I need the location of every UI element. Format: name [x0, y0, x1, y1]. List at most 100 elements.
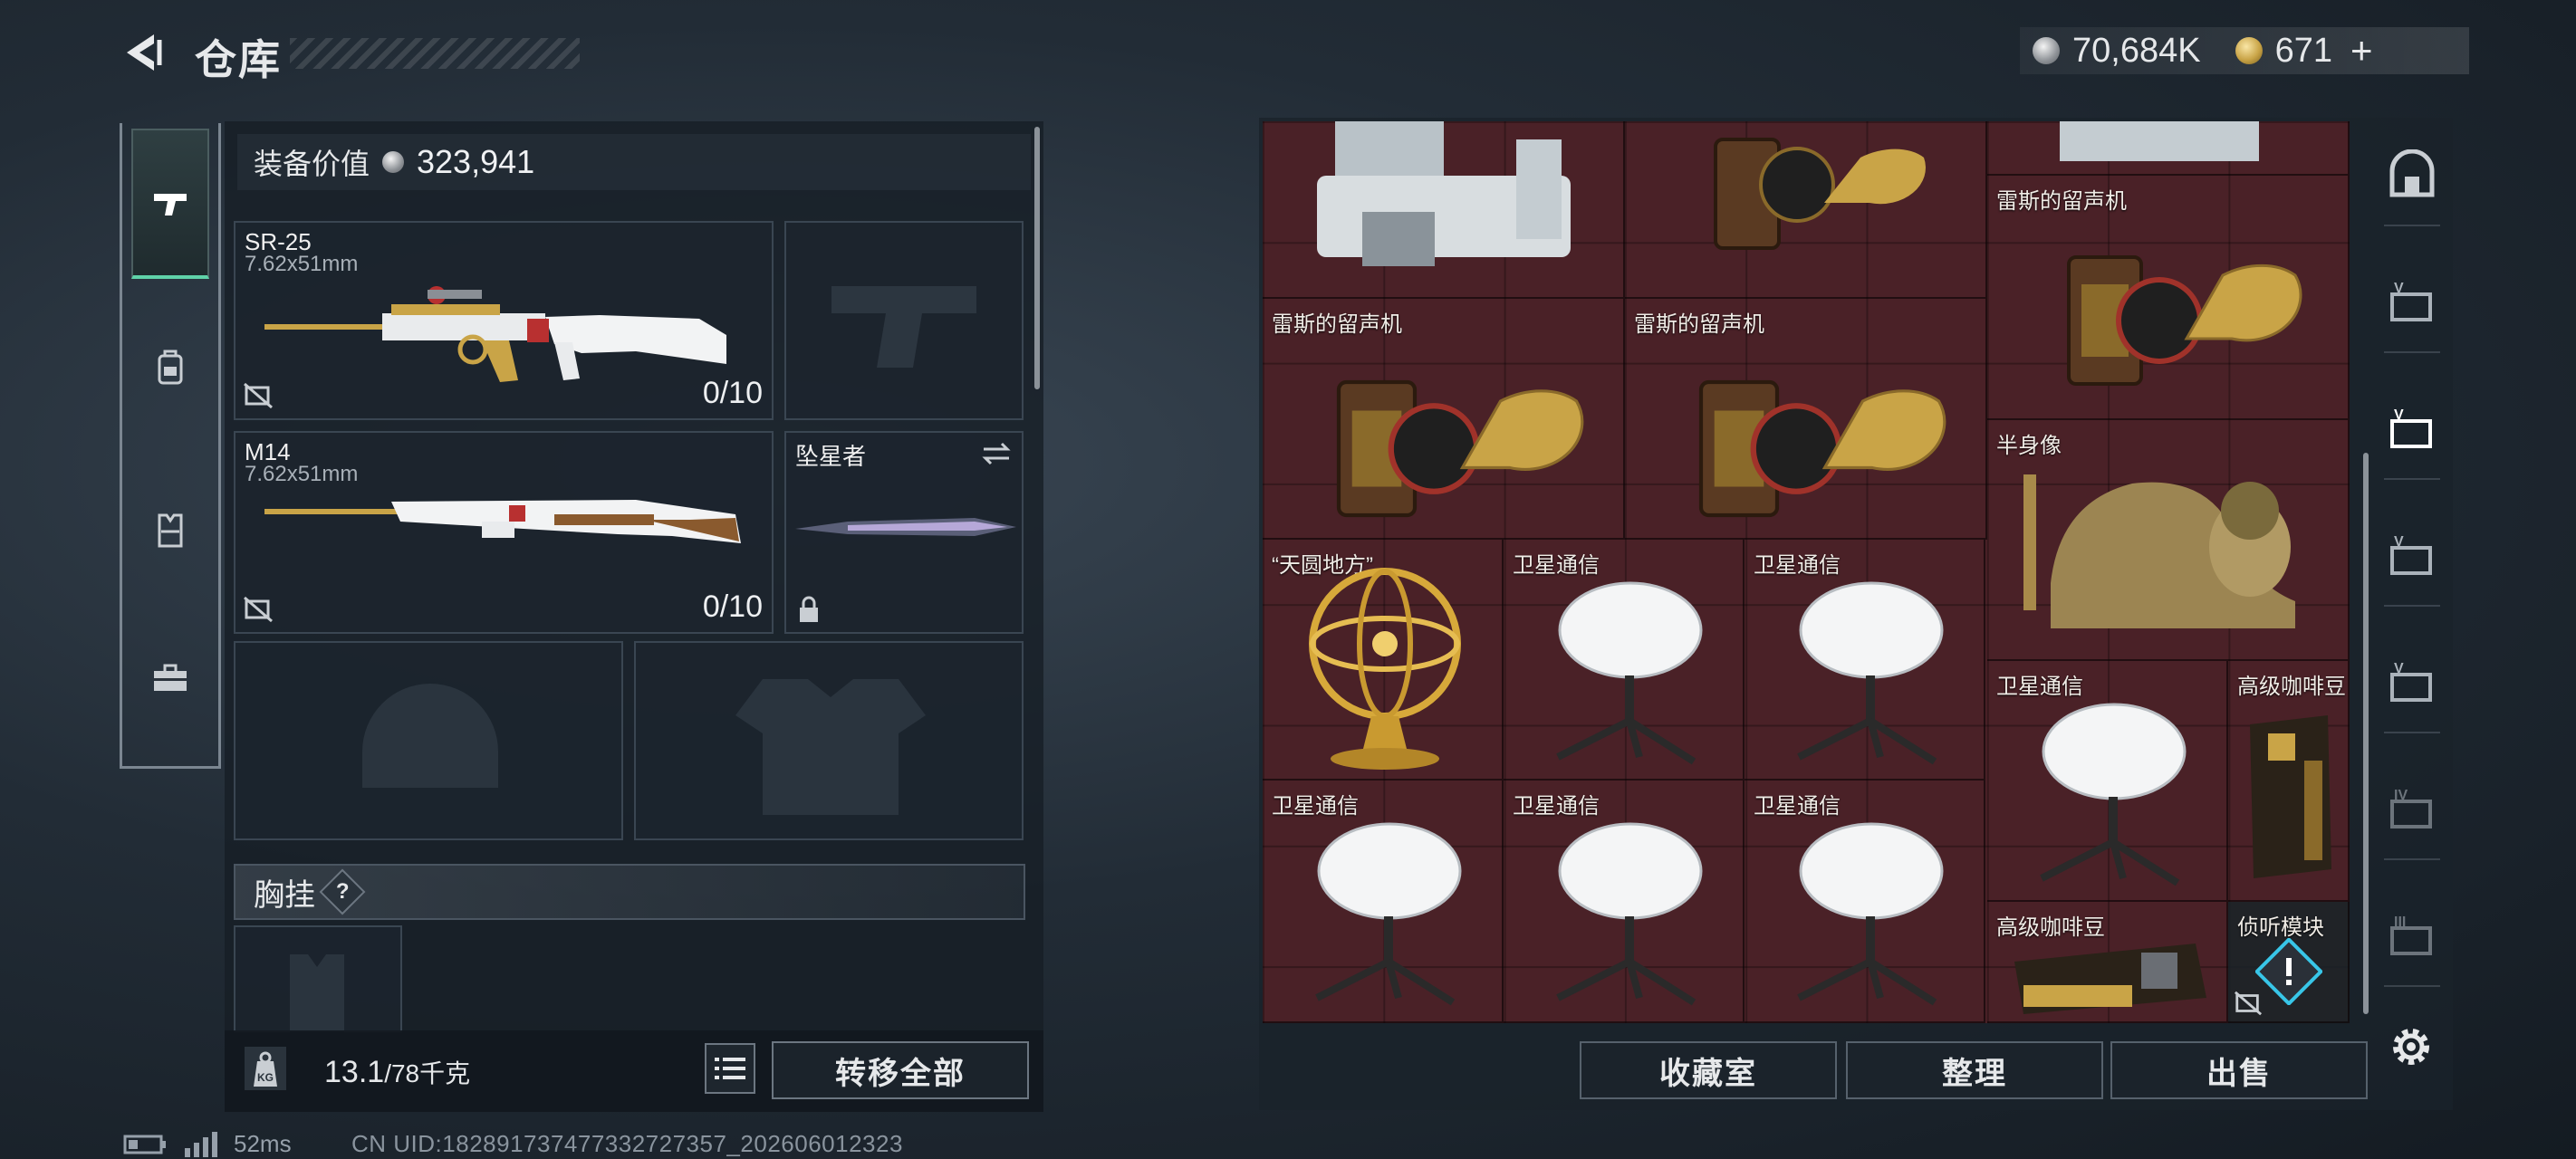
storage-item-coffee[interactable]: 高级咖啡豆	[1987, 902, 2228, 1023]
gold-currency-value: 671	[2274, 31, 2332, 70]
tab-level: V	[2394, 534, 2404, 550]
storage-tab-icon: V	[2390, 281, 2432, 321]
list-icon	[715, 1058, 745, 1079]
item-label: 卫星通信	[1754, 553, 1841, 578]
help-button[interactable]: ?	[319, 868, 366, 915]
item-label: 卫星通信	[1513, 794, 1600, 819]
storage-tab-icon: V	[2390, 407, 2432, 448]
tab-storage-1[interactable]: V	[2373, 254, 2451, 353]
weight-readout: 13.1/78千克	[324, 1054, 470, 1090]
storage-tab-icon: V	[2390, 534, 2432, 575]
storage-item-listening-module[interactable]: 侦听模块	[2228, 902, 2350, 1023]
gramophone-icon	[1336, 379, 1584, 518]
storage-tab-icon: IV	[2390, 788, 2432, 829]
settings-gear-icon[interactable]	[2386, 1021, 2437, 1072]
storage-item-satellite[interactable]: 卫星通信	[1987, 661, 2228, 902]
tab-vest[interactable]	[131, 455, 209, 605]
pistol-icon	[154, 194, 187, 216]
tab-storage-4[interactable]: V	[2373, 634, 2451, 733]
tab-storage-6[interactable]: III	[2373, 887, 2451, 987]
tab-storage-5[interactable]: IV	[2373, 761, 2451, 860]
item-label: 卫星通信	[1996, 675, 2083, 699]
storage-item-bust[interactable]: 半身像	[1987, 420, 2350, 661]
ammo-count: 0/10	[702, 376, 763, 410]
storage-item-gramophone[interactable]: 雷斯的留声机	[1263, 299, 1625, 540]
m14-rifle-icon	[264, 500, 741, 543]
tab-level: III	[2394, 915, 2406, 930]
equipment-scrollbar[interactable]	[1034, 127, 1040, 389]
satellite-dish-icon	[1797, 822, 1944, 1006]
signal-icon	[185, 1131, 217, 1157]
svg-text:KG: KG	[257, 1071, 274, 1084]
bust-statue-icon	[2023, 474, 2295, 628]
equipment-value-label: 装备价值	[254, 148, 370, 180]
backpack-icon	[158, 350, 183, 385]
tab-backpack[interactable]	[131, 292, 209, 442]
back-arrow-icon	[127, 34, 162, 71]
silver-coin-icon	[2033, 37, 2060, 64]
storage-item-armillary[interactable]: “天圆地方”	[1263, 540, 1504, 781]
swap-icon[interactable]	[980, 440, 1013, 467]
chest-rig-slot[interactable]	[234, 925, 402, 1032]
item-label: 卫星通信	[1272, 794, 1359, 819]
user-uid: CN UID:182891737477332727357_20260601232…	[351, 1130, 903, 1157]
helmet-slot[interactable]	[234, 641, 623, 840]
gramophone-icon	[2067, 255, 2302, 386]
list-view-button[interactable]	[705, 1043, 755, 1094]
sell-button[interactable]: 出售	[2110, 1041, 2368, 1099]
armor-slot[interactable]	[634, 641, 1024, 840]
tab-weapons[interactable]	[131, 129, 209, 279]
storage-item-satellite[interactable]: 卫星通信	[1504, 540, 1745, 781]
tab-level: IV	[2394, 788, 2408, 803]
satellite-dish-icon	[1315, 822, 1462, 1006]
turret-item-icon	[2060, 121, 2259, 161]
add-currency-button[interactable]: +	[2350, 29, 2373, 72]
storage-item-satellite[interactable]: 卫星通信	[1745, 540, 1985, 781]
storage-item-gramophone[interactable]: 雷斯的留声机	[1625, 299, 1987, 540]
ping-readout: 52ms	[234, 1130, 292, 1157]
storage-tab-icon: III	[2390, 915, 2432, 955]
secondary-weapon-slot[interactable]: M14 7.62x51mm 0/10	[234, 431, 774, 634]
tab-storage-2[interactable]: V	[2373, 380, 2451, 480]
storage-item-gramophone[interactable]: 雷斯的留声机	[1987, 176, 2350, 420]
storage-item[interactable]	[1625, 121, 1987, 299]
sr25-rifle-icon	[264, 286, 726, 382]
back-button[interactable]	[118, 27, 168, 78]
pistol-placeholder-icon	[831, 286, 976, 368]
primary-weapon-slot[interactable]: SR-25 7.62x51mm 0/10	[234, 221, 774, 420]
storage-item[interactable]	[1987, 121, 2350, 176]
melee-slot[interactable]: 坠星者	[784, 431, 1024, 634]
star-blade-icon	[795, 518, 1016, 536]
pistol-slot[interactable]	[784, 221, 1024, 420]
armillary-sphere-icon	[1309, 568, 1461, 770]
vault-icon	[2389, 149, 2435, 197]
ammo-count: 0/10	[702, 589, 763, 624]
chest-rig-label: 胸挂	[254, 877, 315, 913]
organize-button[interactable]: 整理	[1846, 1041, 2103, 1099]
storage-item-satellite[interactable]: 卫星通信	[1263, 781, 1504, 1023]
tab-storage-3[interactable]: V	[2373, 507, 2451, 607]
chest-rig-placeholder-icon	[290, 954, 344, 1032]
silver-currency-value: 70,684K	[2072, 31, 2201, 70]
storage-item-satellite[interactable]: 卫星通信	[1745, 781, 1985, 1023]
storage-item-satellite[interactable]: 卫星通信	[1504, 781, 1745, 1023]
tab-level: V	[2394, 407, 2404, 423]
item-label: 雷斯的留声机	[1996, 189, 2127, 214]
collection-room-button[interactable]: 收藏室	[1580, 1041, 1837, 1099]
storage-item-coffee[interactable]: 高级咖啡豆	[2228, 661, 2350, 902]
coffee-bag-icon	[2014, 943, 2206, 1014]
item-label: 雷斯的留声机	[1272, 312, 1402, 337]
status-footer: 52ms	[123, 1130, 292, 1158]
no-insure-icon	[244, 382, 273, 409]
melee-name: 坠星者	[795, 443, 867, 470]
storage-item[interactable]	[1263, 121, 1625, 299]
satellite-dish-icon	[1556, 581, 1703, 765]
storage-scrollbar[interactable]	[2363, 453, 2369, 1014]
transfer-all-button[interactable]: 转移全部	[772, 1041, 1029, 1099]
equipment-tab-rail	[120, 123, 221, 769]
tab-storage-home[interactable]	[2373, 127, 2451, 226]
turret-item-icon	[1317, 121, 1571, 266]
gramophone-icon	[1698, 379, 1946, 518]
item-label: 侦听模块	[2237, 915, 2324, 940]
tab-toolbox[interactable]	[131, 603, 209, 753]
